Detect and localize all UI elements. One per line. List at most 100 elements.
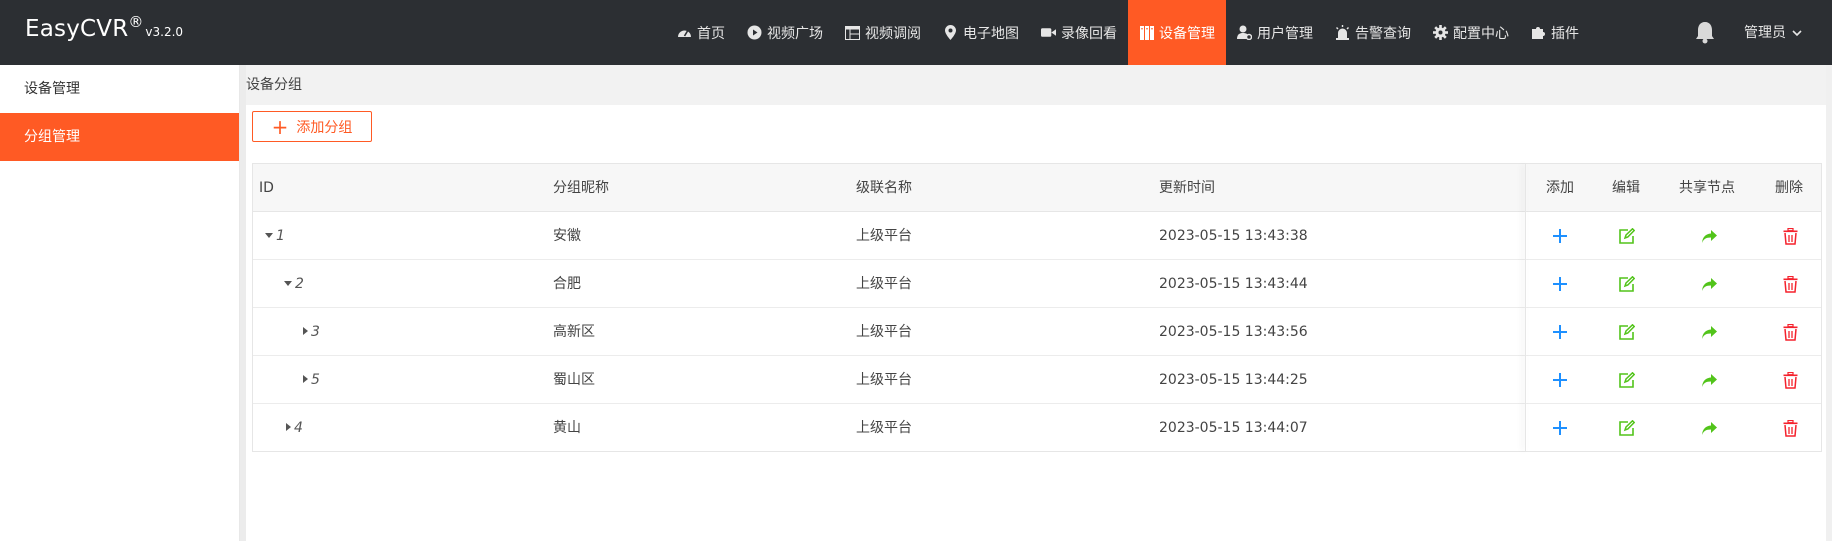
trash-icon — [1783, 227, 1798, 245]
bell-icon[interactable] — [1694, 20, 1716, 44]
header-cascade-name: 级联名称 — [856, 180, 912, 196]
row-group-name: 蜀山区 — [553, 372, 595, 388]
alarm-icon — [1335, 25, 1350, 40]
share-node-button[interactable] — [1699, 226, 1719, 246]
edit-icon — [1618, 419, 1635, 437]
chevron-down-icon — [1792, 25, 1802, 41]
sidebar-item-group-management[interactable]: 分组管理 — [0, 113, 239, 161]
table-row: 5 蜀山区 上级平台 2023-05-15 13:44:25 — [253, 356, 1821, 404]
nav-e-map[interactable]: 电子地图 — [932, 0, 1030, 65]
expand-arrow-icon[interactable] — [303, 327, 308, 335]
dashboard-icon — [677, 25, 692, 40]
delete-button[interactable] — [1780, 226, 1800, 246]
share-node-button[interactable] — [1699, 322, 1719, 342]
top-navbar: EasyCVR®v3.2.0 首页 视频广场 视频调阅 电子地图 录像回看 设备… — [0, 0, 1832, 65]
nav-plugins[interactable]: 插件 — [1520, 0, 1590, 65]
row-updated-time: 2023-05-15 13:44:25 — [1159, 372, 1308, 388]
header-share-node: 共享节点 — [1679, 180, 1735, 196]
edit-button[interactable] — [1616, 322, 1636, 342]
edit-button[interactable] — [1616, 226, 1636, 246]
delete-button[interactable] — [1780, 370, 1800, 390]
user-name: 管理员 — [1744, 25, 1786, 41]
nav-home[interactable]: 首页 — [666, 0, 736, 65]
add-group-button[interactable]: + 添加分组 — [252, 111, 372, 142]
nav-label: 用户管理 — [1257, 25, 1313, 42]
trash-icon — [1783, 371, 1798, 389]
breadcrumb: 设备分组 — [246, 65, 1832, 105]
app-logo[interactable]: EasyCVR®v3.2.0 — [25, 13, 183, 42]
delete-button[interactable] — [1780, 322, 1800, 342]
table-row: 1 安徽 上级平台 2023-05-15 13:43:38 — [253, 212, 1821, 260]
delete-button[interactable] — [1780, 418, 1800, 438]
row-updated-time: 2023-05-15 13:43:56 — [1159, 324, 1308, 340]
brand-name: EasyCVR — [25, 16, 129, 42]
grid-icon — [845, 25, 860, 40]
plus-icon — [1551, 323, 1569, 341]
plus-icon — [1551, 419, 1569, 437]
nav-label: 设备管理 — [1159, 25, 1215, 42]
nav-video-review[interactable]: 视频调阅 — [834, 0, 932, 65]
add-child-button[interactable] — [1550, 370, 1570, 390]
nav-user-management[interactable]: 用户管理 — [1226, 0, 1324, 65]
breadcrumb-label: 设备分组 — [246, 77, 302, 93]
header-group-name: 分组昵称 — [553, 180, 609, 196]
user-menu[interactable]: 管理员 — [1744, 22, 1802, 42]
group-table: ID 分组昵称 级联名称 更新时间 添加 编辑 共享节点 删除 1 安徽 上级平… — [252, 163, 1822, 452]
nav-video-square[interactable]: 视频广场 — [736, 0, 834, 65]
nav-label: 插件 — [1551, 25, 1579, 42]
row-id: 4 — [286, 404, 303, 452]
nav-playback[interactable]: 录像回看 — [1030, 0, 1128, 65]
play-circle-icon — [747, 25, 762, 40]
header-add: 添加 — [1546, 180, 1574, 196]
row-cascade-name: 上级平台 — [856, 228, 912, 244]
row-updated-time: 2023-05-15 13:44:07 — [1159, 420, 1308, 436]
fixed-column-divider — [1525, 164, 1527, 451]
row-cascade-name: 上级平台 — [856, 324, 912, 340]
share-node-button[interactable] — [1699, 418, 1719, 438]
add-group-label: 添加分组 — [296, 119, 353, 136]
row-group-name: 安徽 — [553, 228, 581, 244]
registered-mark: ® — [128, 13, 144, 31]
nav-config-center[interactable]: 配置中心 — [1422, 0, 1520, 65]
video-camera-icon — [1041, 25, 1056, 40]
row-group-name: 黄山 — [553, 420, 581, 436]
nav-device-management[interactable]: 设备管理 — [1128, 0, 1226, 65]
header-id: ID — [259, 180, 274, 196]
trash-icon — [1783, 275, 1798, 293]
add-child-button[interactable] — [1550, 322, 1570, 342]
plus-icon — [1551, 371, 1569, 389]
sidebar-item-device-management[interactable]: 设备管理 — [0, 65, 239, 113]
nav-alarm-query[interactable]: 告警查询 — [1324, 0, 1422, 65]
edit-button[interactable] — [1616, 274, 1636, 294]
user-gear-icon — [1237, 25, 1252, 40]
row-id: 2 — [284, 260, 304, 308]
edit-button[interactable] — [1616, 418, 1636, 438]
row-cascade-name: 上级平台 — [856, 276, 912, 292]
share-node-button[interactable] — [1699, 274, 1719, 294]
delete-button[interactable] — [1780, 274, 1800, 294]
nav-label: 视频调阅 — [865, 25, 921, 42]
add-child-button[interactable] — [1550, 418, 1570, 438]
page-scrollbar[interactable] — [1826, 65, 1832, 541]
share-node-button[interactable] — [1699, 370, 1719, 390]
plus-icon: + — [271, 114, 289, 139]
add-child-button[interactable] — [1550, 274, 1570, 294]
gear-icon — [1433, 25, 1448, 40]
collapse-arrow-icon[interactable] — [284, 280, 292, 286]
row-updated-time: 2023-05-15 13:43:44 — [1159, 276, 1308, 292]
table-row: 4 黄山 上级平台 2023-05-15 13:44:07 — [253, 404, 1821, 452]
sidebar: 设备管理 分组管理 — [0, 65, 240, 541]
edit-icon — [1618, 227, 1635, 245]
header-edit: 编辑 — [1612, 180, 1640, 196]
row-cascade-name: 上级平台 — [856, 372, 912, 388]
expand-arrow-icon[interactable] — [286, 423, 291, 431]
expand-arrow-icon[interactable] — [303, 375, 308, 383]
share-arrow-icon — [1701, 373, 1718, 388]
edit-button[interactable] — [1616, 370, 1636, 390]
nav-label: 视频广场 — [767, 25, 823, 42]
nav-label: 配置中心 — [1453, 25, 1509, 42]
share-arrow-icon — [1701, 421, 1718, 436]
map-marker-icon — [943, 25, 958, 40]
add-child-button[interactable] — [1550, 226, 1570, 246]
collapse-arrow-icon[interactable] — [265, 232, 273, 238]
